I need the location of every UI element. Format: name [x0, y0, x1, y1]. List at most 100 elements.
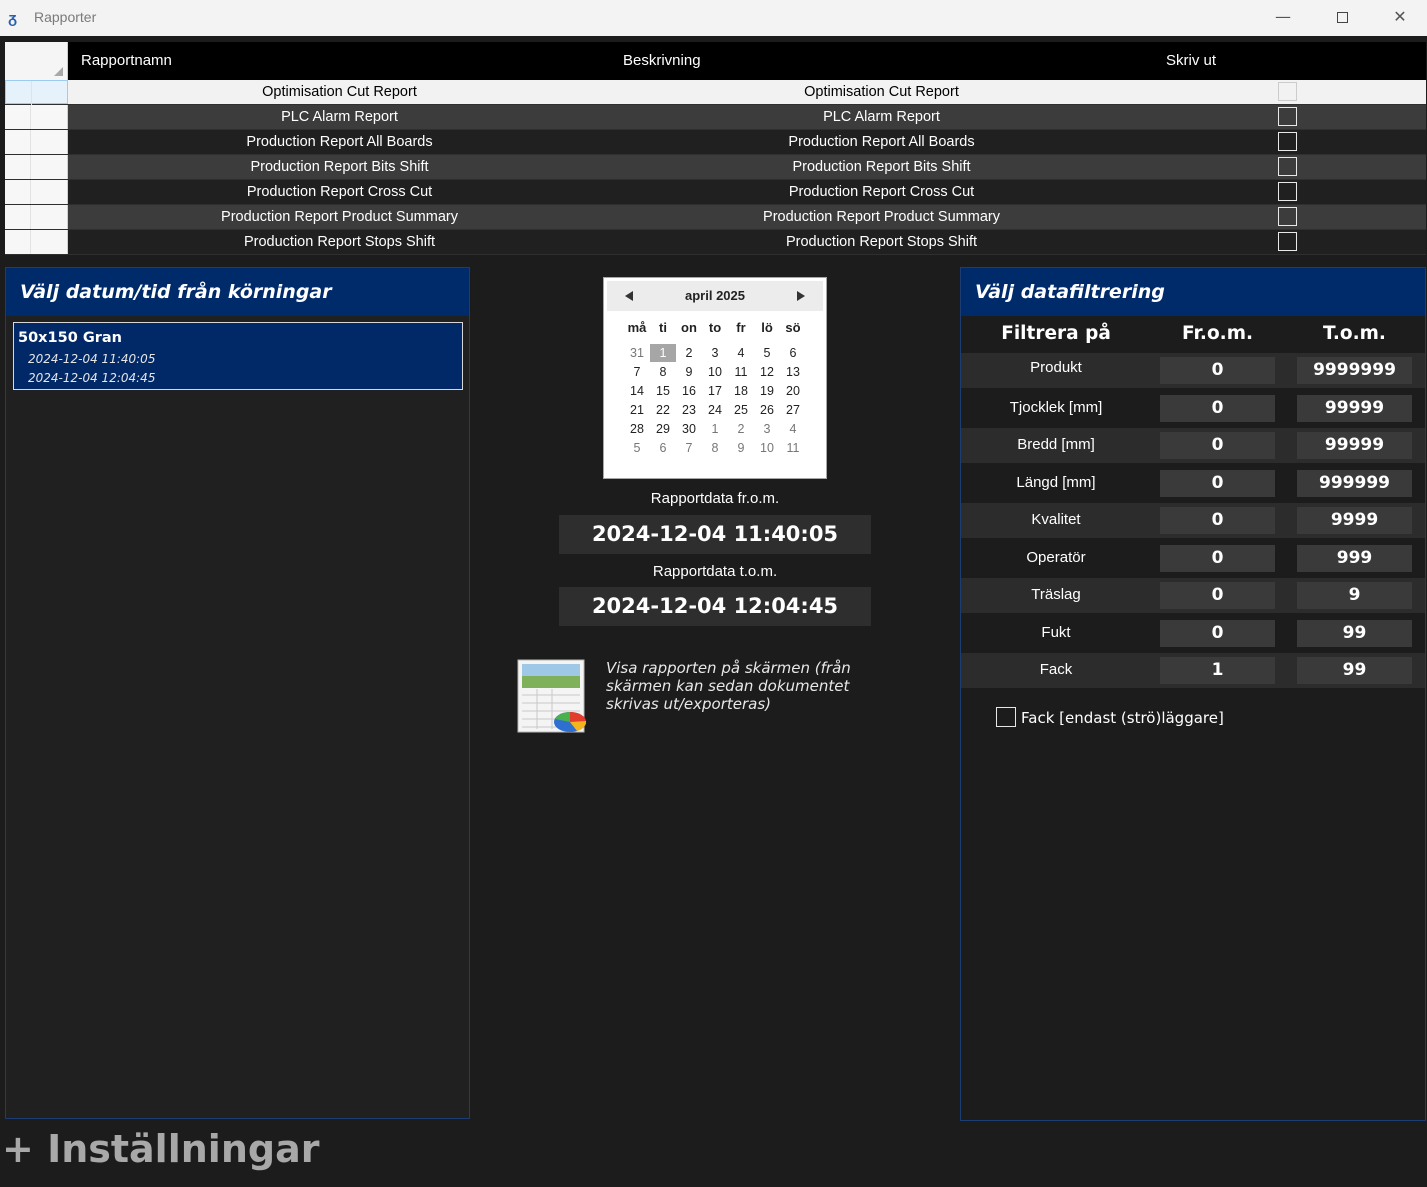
table-row[interactable]: PLC Alarm Report PLC Alarm Report [5, 105, 1426, 130]
report-name-cell[interactable]: Production Report All Boards [68, 130, 611, 154]
row-header[interactable] [5, 130, 68, 154]
print-checkbox[interactable] [1278, 207, 1297, 226]
report-description-cell[interactable]: Production Report All Boards [611, 130, 1152, 154]
report-description-cell[interactable]: PLC Alarm Report [611, 105, 1152, 129]
calendar-day[interactable]: 20 [780, 382, 806, 400]
calendar-day[interactable]: 5 [754, 344, 780, 362]
calendar-day[interactable]: 9 [728, 439, 754, 457]
calendar-day[interactable]: 11 [780, 439, 806, 457]
next-month-icon[interactable] [797, 291, 805, 301]
calendar-day[interactable]: 19 [754, 382, 780, 400]
report-chart-icon[interactable] [517, 659, 587, 735]
filter-to-input[interactable]: 99999 [1297, 432, 1412, 459]
report-from-value[interactable]: 2024-12-04 11:40:05 [559, 515, 871, 554]
calendar-day[interactable]: 11 [728, 363, 754, 381]
calendar-day[interactable]: 14 [624, 382, 650, 400]
filter-to-input[interactable]: 9999 [1297, 507, 1412, 534]
filter-from-input[interactable]: 0 [1160, 582, 1275, 609]
close-button[interactable]: ✕ [1371, 0, 1427, 36]
col-header-print[interactable]: Skriv ut [1166, 42, 1216, 80]
print-checkbox[interactable] [1278, 232, 1297, 251]
report-description-cell[interactable]: Production Report Cross Cut [611, 180, 1152, 204]
filter-from-input[interactable]: 0 [1160, 470, 1275, 497]
row-header[interactable] [5, 230, 68, 254]
calendar-day[interactable]: 21 [624, 401, 650, 419]
fack-only-checkbox[interactable] [996, 707, 1016, 727]
calendar-day[interactable]: 2 [676, 344, 702, 362]
calendar-day[interactable]: 6 [650, 439, 676, 457]
calendar-day[interactable]: 22 [650, 401, 676, 419]
row-header[interactable] [5, 180, 68, 204]
calendar-day[interactable]: 15 [650, 382, 676, 400]
report-name-cell[interactable]: PLC Alarm Report [68, 105, 611, 129]
calendar-day[interactable]: 1 [650, 344, 676, 362]
calendar-day[interactable]: 12 [754, 363, 780, 381]
row-header[interactable] [5, 80, 68, 105]
filter-from-input[interactable]: 0 [1160, 507, 1275, 534]
select-all-corner[interactable] [5, 42, 68, 80]
calendar-day[interactable]: 8 [702, 439, 728, 457]
calendar-day[interactable]: 24 [702, 401, 728, 419]
calendar-day[interactable]: 8 [650, 363, 676, 381]
calendar-day[interactable]: 6 [780, 344, 806, 362]
filter-to-input[interactable]: 99 [1297, 657, 1412, 684]
calendar-day[interactable]: 25 [728, 401, 754, 419]
calendar-day[interactable]: 5 [624, 439, 650, 457]
calendar-day[interactable]: 7 [624, 363, 650, 381]
calendar-day[interactable]: 23 [676, 401, 702, 419]
settings-expander[interactable]: + Inställningar [2, 1127, 319, 1171]
filter-from-input[interactable]: 1 [1160, 657, 1275, 684]
report-name-cell[interactable]: Production Report Bits Shift [68, 155, 611, 179]
filter-to-input[interactable]: 9 [1297, 582, 1412, 609]
row-header[interactable] [5, 105, 68, 129]
maximize-button[interactable] [1313, 0, 1371, 36]
calendar-day[interactable]: 2 [728, 420, 754, 438]
filter-to-input[interactable]: 99999 [1297, 395, 1412, 422]
filter-from-input[interactable]: 0 [1160, 545, 1275, 572]
table-row[interactable]: Production Report Product Summary Product… [5, 205, 1426, 230]
filter-to-input[interactable]: 999 [1297, 545, 1412, 572]
calendar-day[interactable]: 16 [676, 382, 702, 400]
calendar-day[interactable]: 4 [780, 420, 806, 438]
print-checkbox[interactable] [1278, 182, 1297, 201]
report-name-cell[interactable]: Optimisation Cut Report [68, 80, 611, 104]
row-header[interactable] [5, 155, 68, 179]
calendar-day[interactable]: 18 [728, 382, 754, 400]
calendar-day[interactable]: 27 [780, 401, 806, 419]
report-description-cell[interactable]: Optimisation Cut Report [611, 80, 1152, 104]
col-header-description[interactable]: Beskrivning [623, 42, 701, 80]
report-name-cell[interactable]: Production Report Cross Cut [68, 180, 611, 204]
filter-to-input[interactable]: 99 [1297, 620, 1412, 647]
calendar-day[interactable]: 3 [702, 344, 728, 362]
calendar-day[interactable]: 3 [754, 420, 780, 438]
show-report-text[interactable]: Visa rapporten på skärmen (från skärmen … [606, 659, 876, 713]
table-row[interactable]: Production Report Bits Shift Production R… [5, 155, 1426, 180]
report-description-cell[interactable]: Production Report Bits Shift [611, 155, 1152, 179]
print-checkbox[interactable] [1278, 82, 1297, 101]
report-description-cell[interactable]: Production Report Stops Shift [611, 230, 1152, 254]
print-checkbox[interactable] [1278, 157, 1297, 176]
print-checkbox[interactable] [1278, 132, 1297, 151]
filter-from-input[interactable]: 0 [1160, 432, 1275, 459]
filter-to-input[interactable]: 9999999 [1297, 357, 1412, 384]
calendar-day[interactable]: 10 [702, 363, 728, 381]
calendar-day[interactable]: 10 [754, 439, 780, 457]
calendar-day[interactable]: 29 [650, 420, 676, 438]
minimize-button[interactable]: — [1254, 0, 1312, 36]
report-name-cell[interactable]: Production Report Stops Shift [68, 230, 611, 254]
report-description-cell[interactable]: Production Report Product Summary [611, 205, 1152, 229]
table-row[interactable]: Optimisation Cut Report Optimisation Cut … [5, 80, 1426, 105]
print-checkbox[interactable] [1278, 107, 1297, 126]
row-header[interactable] [5, 205, 68, 229]
table-row[interactable]: Production Report Stops Shift Production … [5, 230, 1426, 255]
calendar-day[interactable]: 17 [702, 382, 728, 400]
filter-from-input[interactable]: 0 [1160, 620, 1275, 647]
calendar-day[interactable]: 9 [676, 363, 702, 381]
calendar-day[interactable]: 7 [676, 439, 702, 457]
calendar-day[interactable]: 4 [728, 344, 754, 362]
filter-from-input[interactable]: 0 [1160, 395, 1275, 422]
run-item[interactable]: 50x150 Gran 2024-12-04 11:40:05 2024-12-… [13, 322, 463, 390]
calendar-day[interactable]: 1 [702, 420, 728, 438]
filter-to-input[interactable]: 999999 [1297, 470, 1412, 497]
col-header-name[interactable]: Rapportnamn [81, 42, 172, 80]
